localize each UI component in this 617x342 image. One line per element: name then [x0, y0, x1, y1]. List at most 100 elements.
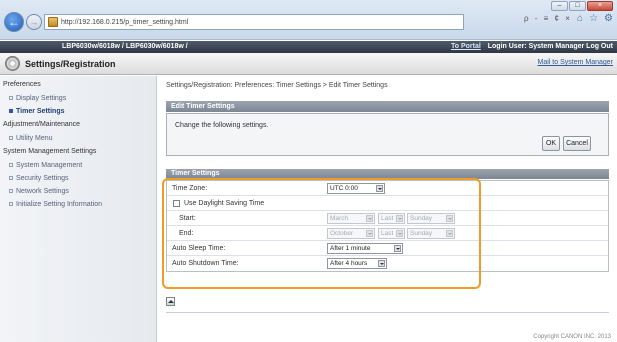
start-day-select[interactable]: Sunday: [407, 213, 455, 224]
sidebar-item-utility-menu[interactable]: Utility Menu: [9, 135, 53, 142]
browser-icons: ⌂ ☆ ⚙: [577, 13, 613, 24]
maximize-button[interactable]: □: [569, 1, 586, 11]
sidebar-item-display-settings[interactable]: Display Settings: [9, 95, 66, 102]
dropdown-arrow-icon: [378, 260, 385, 267]
time-zone-value: UTC 0:00: [330, 185, 358, 192]
start-week-value: Last: [381, 215, 394, 222]
sidebar-item-label: Utility Menu: [16, 135, 53, 142]
device-name: LBP6030w/6018w / LBP6030w/6018w /: [62, 43, 188, 50]
star-icon[interactable]: ☆: [589, 13, 598, 24]
sidebar-item-adjustment-maintenance[interactable]: Adjustment/Maintenance: [3, 121, 80, 128]
auto-sleep-value: After 1 minute: [330, 245, 371, 252]
bullet-icon: [9, 202, 13, 207]
address-bar[interactable]: http://192.168.0.215/p_timer_setting.htm…: [44, 14, 464, 30]
sidebar-item-system-management[interactable]: System Management: [9, 162, 82, 169]
edit-panel: Change the following settings. OK Cancel: [166, 113, 609, 156]
to-portal-link[interactable]: To Portal: [451, 43, 481, 50]
mail-to-manager-link[interactable]: Mail to System Manager: [538, 59, 613, 66]
device-header: LBP6030w/6018w / LBP6030w/6018w / To Por…: [0, 41, 617, 53]
copyright-text: Copyright CANON INC. 2013: [533, 334, 611, 340]
bullet-icon: [9, 96, 13, 101]
sidebar: Preferences Display Settings Timer Setti…: [0, 76, 157, 342]
end-day-select[interactable]: Sunday: [407, 228, 455, 239]
ok-button[interactable]: OK: [542, 136, 560, 151]
sidebar-item-initialize-setting-information[interactable]: Initialize Setting Information: [9, 201, 102, 208]
dropdown-arrow-icon: [396, 230, 403, 237]
sidebar-item-label: Initialize Setting Information: [16, 201, 102, 208]
browser-toolbar: – □ × ← → http://192.168.0.215/p_timer_s…: [0, 0, 617, 40]
bullet-icon: [9, 189, 13, 194]
sidebar-item-network-settings[interactable]: Network Settings: [9, 188, 69, 195]
start-day-value: Sunday: [410, 215, 433, 222]
sidebar-item-label: Timer Settings: [16, 108, 65, 115]
sidebar-item-security-settings[interactable]: Security Settings: [9, 175, 69, 182]
dropdown-arrow-icon: [446, 215, 453, 222]
dropdown-arrow-icon: [396, 215, 403, 222]
sidebar-item-label: Network Settings: [16, 188, 69, 195]
dropdown-arrow-icon: [446, 230, 453, 237]
breadcrumb: Settings/Registration: Preferences: Time…: [166, 82, 388, 89]
sidebar-item-preferences[interactable]: Preferences: [3, 81, 41, 88]
start-month-select[interactable]: March: [327, 213, 375, 224]
bullet-icon: [9, 176, 13, 181]
bullet-icon: [9, 163, 13, 168]
daylight-saving-label: Use Daylight Saving Time: [184, 200, 265, 207]
auto-sleep-row: Auto Sleep Time: After 1 minute: [167, 241, 608, 256]
timer-settings-table: Time Zone: UTC 0:00 Use Daylight Saving …: [166, 180, 609, 272]
cancel-button[interactable]: Cancel: [563, 136, 591, 151]
auto-shutdown-value: After 4 hours: [330, 260, 368, 267]
bullet-icon: [9, 109, 13, 114]
page-title: Settings/Registration: [25, 59, 116, 69]
login-user-text[interactable]: Login User: System Manager Log Out: [488, 43, 613, 50]
dropdown-arrow-icon: [376, 185, 383, 192]
time-zone-select[interactable]: UTC 0:00: [327, 183, 385, 194]
sidebar-item-label: System Management: [16, 162, 83, 169]
footer-divider: [166, 312, 609, 313]
end-week-value: Last: [381, 230, 394, 237]
sidebar-item-timer-settings[interactable]: Timer Settings: [9, 108, 65, 115]
start-label: Start:: [179, 215, 196, 222]
url-text: http://192.168.0.215/p_timer_setting.htm…: [61, 18, 189, 26]
auto-shutdown-select[interactable]: After 4 hours: [327, 258, 387, 269]
end-label: End:: [179, 230, 194, 237]
window-controls: – □ ×: [551, 1, 613, 11]
timer-settings-header: Timer Settings: [166, 169, 609, 179]
time-zone-row: Time Zone: UTC 0:00: [167, 181, 608, 196]
dropdown-arrow-icon: [366, 230, 373, 237]
end-day-value: Sunday: [410, 230, 433, 237]
daylight-saving-row: Use Daylight Saving Time: [167, 196, 608, 211]
gear-icon[interactable]: ⚙: [604, 13, 613, 24]
dst-start-row: Start: March Last Sunday: [167, 211, 608, 226]
settings-title-bar: Settings/Registration Mail to System Man…: [0, 53, 617, 75]
home-icon[interactable]: ⌂: [577, 13, 583, 24]
sidebar-item-system-management-settings[interactable]: System Management Settings: [3, 148, 96, 155]
page-top-icon[interactable]: [166, 297, 175, 306]
start-week-select[interactable]: Last: [378, 213, 405, 224]
sidebar-item-label: Security Settings: [16, 175, 69, 182]
edit-note: Change the following settings.: [175, 122, 269, 129]
daylight-saving-checkbox[interactable]: [173, 200, 180, 207]
start-month-value: March: [330, 215, 349, 222]
back-arrow-icon[interactable]: ←: [4, 12, 24, 32]
end-week-select[interactable]: Last: [378, 228, 405, 239]
dropdown-arrow-icon: [394, 245, 401, 252]
bullet-icon: [9, 136, 13, 141]
device-links: To Portal Login User: System Manager Log…: [451, 43, 613, 50]
page-icon: [48, 17, 58, 27]
close-window-button[interactable]: ×: [587, 1, 613, 11]
auto-shutdown-row: Auto Shutdown Time: After 4 hours: [167, 256, 608, 271]
dst-end-row: End: October Last Sunday: [167, 226, 608, 241]
end-month-value: October: [330, 230, 354, 237]
time-zone-label: Time Zone:: [172, 185, 208, 192]
edit-timer-settings-header: Edit Timer Settings: [166, 101, 609, 112]
forward-arrow-icon[interactable]: →: [26, 14, 42, 30]
sidebar-item-label: Display Settings: [16, 95, 67, 102]
end-month-select[interactable]: October: [327, 228, 375, 239]
settings-gear-icon: [5, 56, 20, 71]
auto-shutdown-label: Auto Shutdown Time:: [172, 260, 239, 267]
address-tools[interactable]: ρ - ≡ ¢ ×: [524, 14, 572, 23]
dropdown-arrow-icon: [366, 215, 373, 222]
auto-sleep-select[interactable]: After 1 minute: [327, 243, 403, 254]
minimize-button[interactable]: –: [551, 1, 568, 11]
auto-sleep-label: Auto Sleep Time:: [172, 245, 226, 252]
